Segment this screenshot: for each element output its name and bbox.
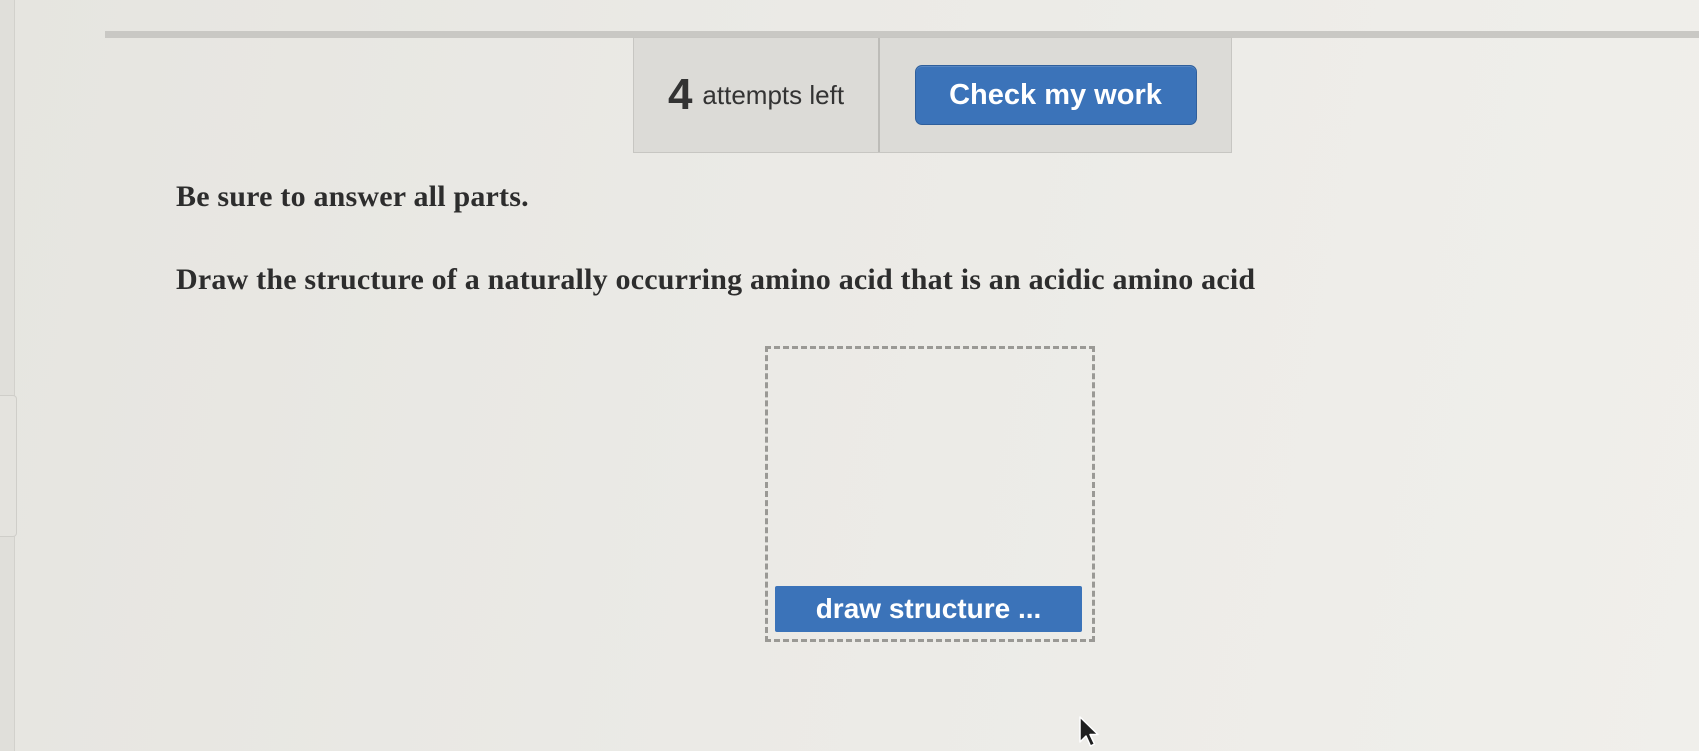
question-prompt: Draw the structure of a naturally occurr… — [176, 263, 1256, 296]
assignment-toolbar: 4 attempts left Check my work — [633, 37, 1232, 153]
mouse-pointer-icon — [1079, 716, 1099, 747]
instruction-text: Be sure to answer all parts. — [176, 180, 529, 213]
attempts-indicator: 4 attempts left — [634, 38, 880, 152]
page-left-edge — [0, 0, 15, 751]
attempts-label: attempts left — [702, 79, 845, 110]
draw-structure-button[interactable]: draw structure ... — [775, 586, 1082, 632]
check-my-work-button[interactable]: Check my work — [914, 65, 1197, 125]
side-panel-tab[interactable] — [0, 395, 17, 537]
attempts-count: 4 — [667, 70, 693, 119]
check-work-cell: Check my work — [880, 38, 1231, 152]
